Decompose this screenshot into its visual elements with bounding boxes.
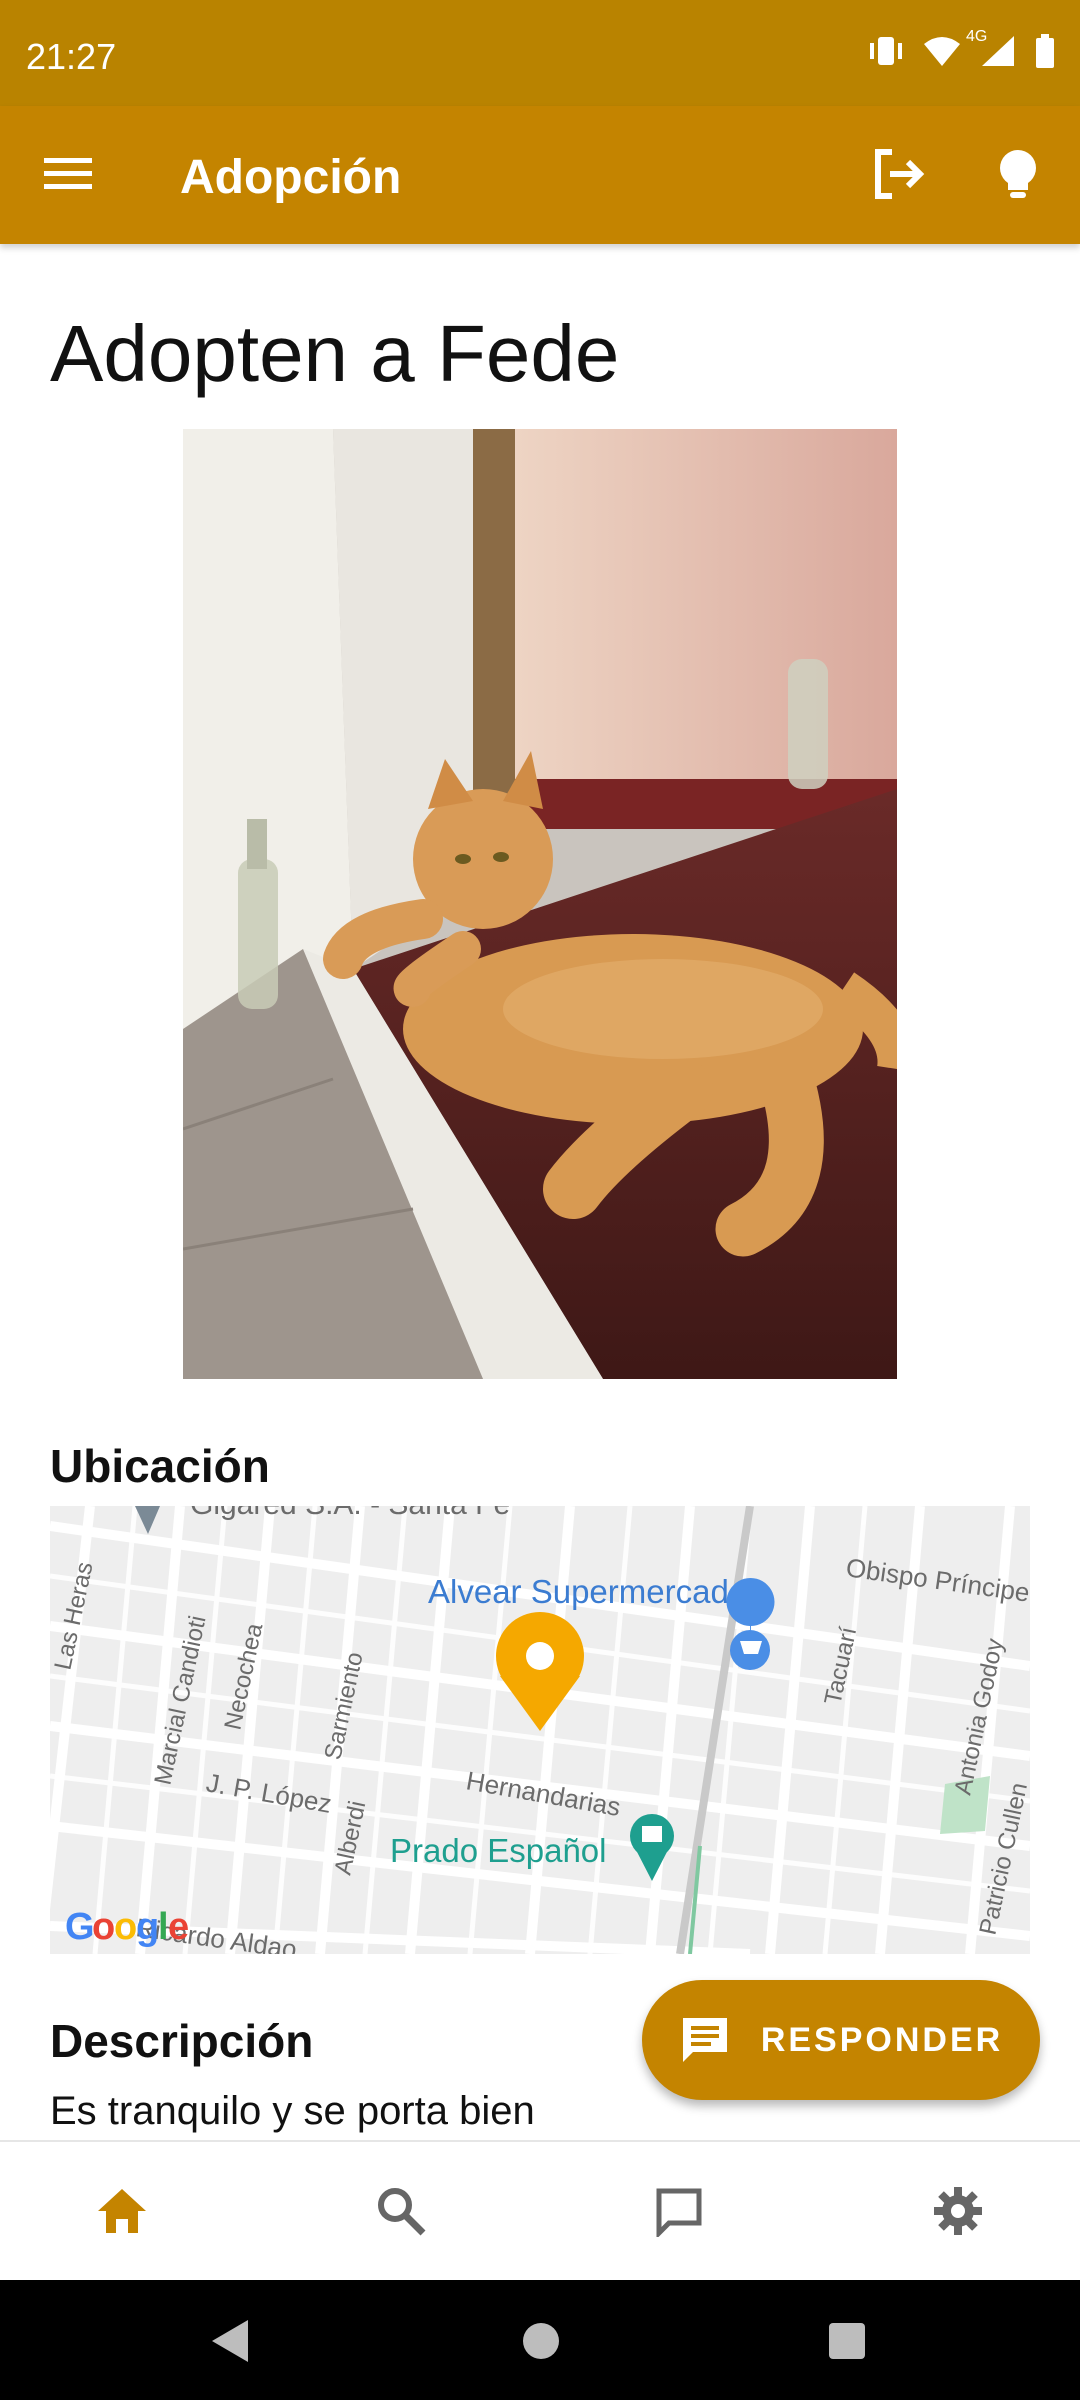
cell-signal-icon: 4G [966,28,1018,68]
nav-chat[interactable] [639,2171,719,2251]
respond-label: RESPONDER [760,2020,1004,2059]
lightbulb-icon [1000,150,1036,198]
ideas-button[interactable] [990,146,1046,202]
network-type: 4G [966,28,988,45]
home-icon [98,2189,146,2233]
map-graphic: Gigared S.A. - Santa Fe Obispo Príncipe … [50,1506,1030,1954]
svg-text:l: l [158,1906,169,1948]
description-text: Es tranquilo y se porta bien [50,2089,535,2133]
status-bar: 21:27 4G [0,0,1080,106]
recents-icon[interactable] [828,2322,866,2360]
search-icon [377,2188,426,2236]
logout-button[interactable] [870,146,926,202]
nav-search[interactable] [361,2171,441,2251]
back-icon[interactable] [208,2318,252,2364]
bottom-navigation [0,2140,1080,2280]
google-logo: G o o g l e [65,1906,189,1948]
photo-image [182,429,918,1379]
location-map[interactable]: Gigared S.A. - Santa Fe Obispo Príncipe … [50,1506,1030,1954]
home-circle-icon[interactable] [522,2322,560,2360]
cat-photo[interactable] [182,429,918,1379]
chat-icon [656,2188,702,2237]
nav-home[interactable] [82,2171,162,2251]
svg-text:g: g [136,1906,159,1948]
location-label: Ubicación [50,1440,270,1492]
description-label: Descripción [50,2015,314,2067]
app-bar: Adopción [0,106,1080,244]
svg-text:o: o [92,1906,115,1948]
svg-text:e: e [168,1906,189,1948]
svg-text:Prado Español: Prado Español [390,1832,606,1869]
logout-icon [875,149,925,199]
vibrate-icon [870,37,902,65]
svg-text:G: G [65,1906,95,1948]
svg-text:o: o [114,1906,137,1948]
app-title: Adopción [180,151,402,204]
post-title: Adopten a Fede [50,309,620,398]
post-content: Adopten a Fede Ubicación Obispo Príncipe… [0,244,1080,2139]
message-icon [682,2018,727,2062]
status-icons: 4G [866,28,1056,68]
respond-button[interactable]: RESPONDER [642,1980,1040,2100]
battery-icon [1036,34,1054,68]
menu-icon [44,158,92,189]
nav-settings[interactable] [918,2171,998,2251]
settings-icon [933,2187,982,2235]
map-label-gigared: Gigared S.A. - Santa Fe [190,1506,510,1521]
wifi-icon [924,37,960,66]
system-navigation [0,2280,1080,2400]
menu-button[interactable] [44,154,92,194]
svg-text:Alvear Supermercados: Alvear Supermercados [428,1573,764,1610]
status-time: 21:27 [26,36,117,77]
